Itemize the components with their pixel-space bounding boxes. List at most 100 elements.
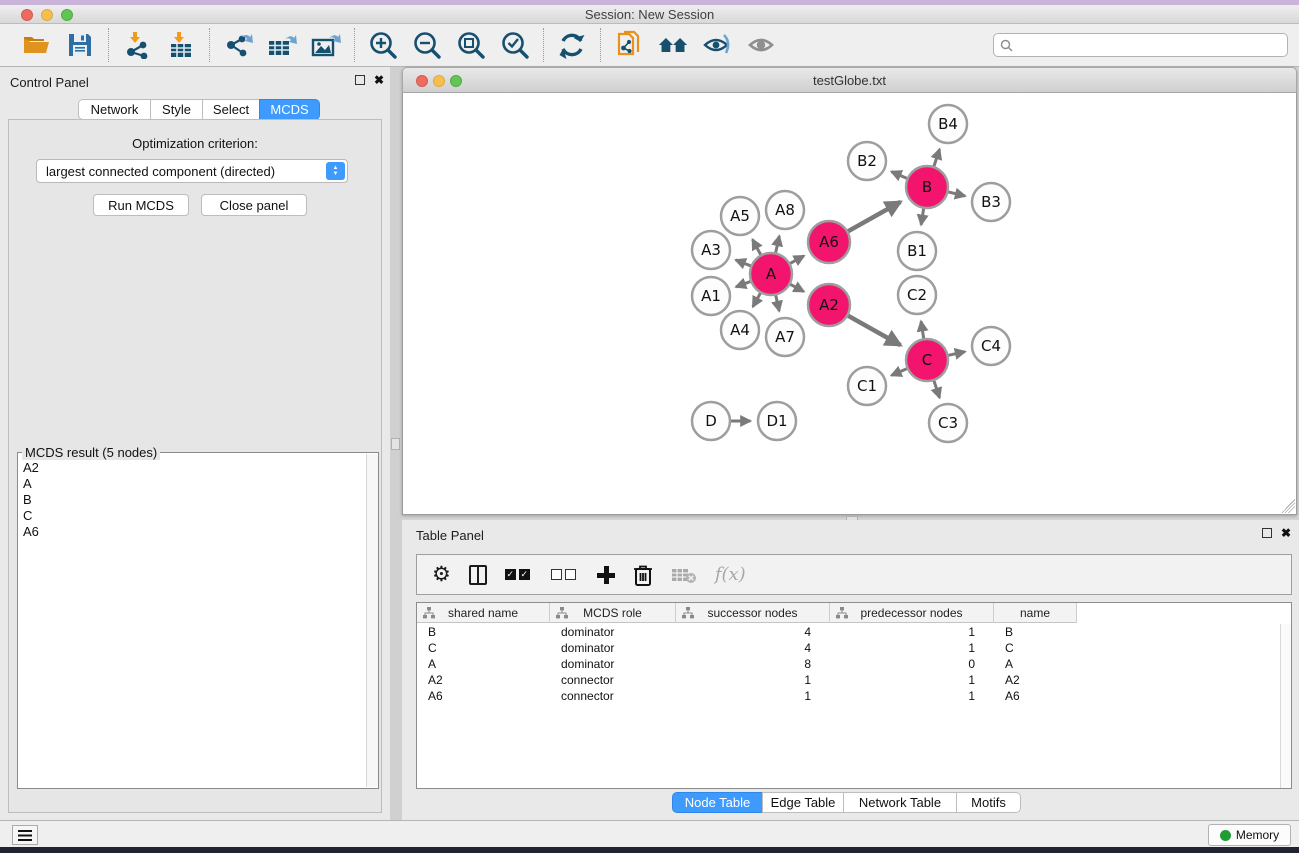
table-cell[interactable]: A2 [994, 672, 1077, 688]
node-A8[interactable]: A8 [766, 191, 804, 229]
network-graph[interactable]: B4B2BB3B1C2A5A8A3A6AA1A4A7A2CC4C1C3DD1 [403, 93, 1296, 513]
import-table-icon[interactable] [166, 30, 196, 60]
table-cell[interactable]: A [994, 656, 1077, 672]
panel-split-divider[interactable] [390, 67, 402, 820]
table-cell[interactable]: dominator [550, 624, 676, 640]
column-header-successor-nodes[interactable]: successor nodes [676, 603, 830, 623]
column-header-predecessor-nodes[interactable]: predecessor nodes [830, 603, 994, 623]
column-header-name[interactable]: name [994, 603, 1077, 623]
table-row[interactable]: Bdominator41B [417, 624, 1280, 640]
node-C1[interactable]: C1 [848, 367, 886, 405]
node-A7[interactable]: A7 [766, 318, 804, 356]
run-mcds-button[interactable]: Run MCDS [93, 194, 189, 216]
table-cell[interactable]: A2 [417, 672, 550, 688]
show-all-icon[interactable] [746, 30, 776, 60]
zoom-selected-icon[interactable] [500, 30, 530, 60]
split-divider-grip-icon[interactable] [391, 438, 400, 450]
open-session-icon[interactable] [21, 30, 51, 60]
close-panel-icon[interactable]: ✖ [374, 75, 384, 85]
window-resize-grip-icon[interactable] [1281, 499, 1295, 513]
node-D[interactable]: D [692, 402, 730, 440]
table-row[interactable]: A2connector11A2 [417, 672, 1280, 688]
node-C2[interactable]: C2 [898, 276, 936, 314]
criterion-select[interactable]: largest connected component (directed) ▲… [36, 159, 348, 183]
search-field[interactable] [993, 33, 1288, 57]
zoom-fit-icon[interactable] [456, 30, 486, 60]
search-input[interactable] [1017, 38, 1287, 52]
zoom-in-icon[interactable] [368, 30, 398, 60]
table-cell[interactable]: 1 [676, 672, 830, 688]
node-B[interactable]: B [906, 166, 948, 208]
table-cell[interactable]: 1 [830, 640, 994, 656]
hide-selected-icon[interactable] [702, 30, 732, 60]
node-A6[interactable]: A6 [808, 221, 850, 263]
table-row[interactable]: Adominator80A [417, 656, 1280, 672]
table-settings-icon[interactable]: ⚙ [432, 562, 451, 588]
node-C3[interactable]: C3 [929, 404, 967, 442]
zoom-out-icon[interactable] [412, 30, 442, 60]
add-row-icon[interactable] [597, 562, 615, 588]
table-cell[interactable]: dominator [550, 640, 676, 656]
edge-A2-C[interactable] [846, 314, 901, 345]
tab-network-table[interactable]: Network Table [843, 792, 957, 813]
column-header-shared-name[interactable]: shared name [417, 603, 550, 623]
table-cell[interactable]: A [417, 656, 550, 672]
select-all-icon[interactable]: ✓✓ [505, 562, 533, 588]
table-cell[interactable]: connector [550, 688, 676, 704]
task-history-button[interactable] [12, 825, 38, 845]
memory-button[interactable]: Memory [1208, 824, 1291, 846]
table-row[interactable]: Cdominator41C [417, 640, 1280, 656]
delete-table-icon[interactable] [671, 562, 697, 588]
table-cell[interactable]: 0 [830, 656, 994, 672]
table-cell[interactable]: 1 [830, 624, 994, 640]
node-A3[interactable]: A3 [692, 231, 730, 269]
close-panel-button[interactable]: Close panel [201, 194, 307, 216]
table-row[interactable]: A6connector11A6 [417, 688, 1280, 704]
node-A4[interactable]: A4 [721, 311, 759, 349]
export-table-icon[interactable] [267, 30, 297, 60]
tab-node-table[interactable]: Node Table [672, 792, 763, 813]
table-cell[interactable]: 4 [676, 624, 830, 640]
table-cell[interactable]: C [417, 640, 550, 656]
node-C[interactable]: C [906, 339, 948, 381]
tab-motifs[interactable]: Motifs [956, 792, 1021, 813]
node-A5[interactable]: A5 [721, 197, 759, 235]
export-network-icon[interactable] [223, 30, 253, 60]
function-builder-icon[interactable]: f(x) [715, 562, 746, 588]
node-A1[interactable]: A1 [692, 277, 730, 315]
table-cell[interactable]: B [417, 624, 550, 640]
mcds-result-item[interactable]: B [18, 491, 365, 507]
float-table-panel-icon[interactable] [1262, 528, 1272, 538]
column-header-MCDS-role[interactable]: MCDS role [550, 603, 676, 623]
apply-layout-icon[interactable] [557, 30, 587, 60]
import-network-icon[interactable] [122, 30, 152, 60]
first-neighbors-icon[interactable] [658, 30, 688, 60]
mcds-result-item[interactable]: A2 [18, 459, 365, 475]
network-canvas[interactable]: B4B2BB3B1C2A5A8A3A6AA1A4A7A2CC4C1C3DD1 [402, 93, 1297, 515]
table-cell[interactable]: A6 [417, 688, 550, 704]
table-cell[interactable]: 1 [830, 672, 994, 688]
table-cell[interactable]: A6 [994, 688, 1077, 704]
table-cell[interactable]: 1 [676, 688, 830, 704]
deselect-all-icon[interactable] [551, 562, 579, 588]
node-B1[interactable]: B1 [898, 232, 936, 270]
node-B3[interactable]: B3 [972, 183, 1010, 221]
table-cell[interactable]: C [994, 640, 1077, 656]
mcds-result-item[interactable]: C [18, 507, 365, 523]
edge-A6-B[interactable] [846, 202, 901, 233]
table-cell[interactable]: 8 [676, 656, 830, 672]
node-D1[interactable]: D1 [758, 402, 796, 440]
mcds-result-item[interactable]: A [18, 475, 365, 491]
mcds-result-item[interactable]: A6 [18, 523, 365, 539]
mcds-list-scrollbar[interactable] [366, 454, 378, 787]
tab-select[interactable]: Select [202, 99, 260, 120]
network-window-titlebar[interactable]: testGlobe.txt [402, 67, 1297, 93]
node-B2[interactable]: B2 [848, 142, 886, 180]
tab-style[interactable]: Style [150, 99, 203, 120]
show-column-icon[interactable] [469, 562, 487, 588]
mcds-result-list[interactable]: A2ABCA6 [18, 459, 365, 788]
table-cell[interactable]: dominator [550, 656, 676, 672]
delete-row-icon[interactable] [633, 562, 653, 588]
tab-mcds[interactable]: MCDS [259, 99, 320, 120]
save-session-icon[interactable] [65, 30, 95, 60]
